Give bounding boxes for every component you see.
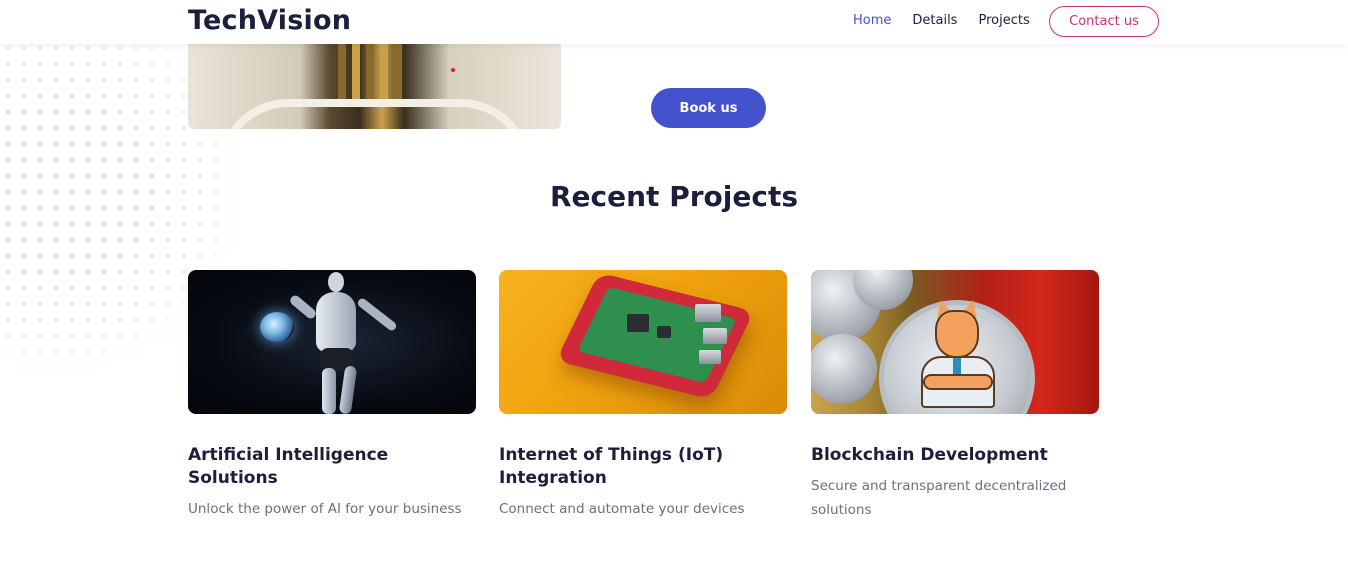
project-card-description: Unlock the power of AI for your business [188,501,462,517]
glowing-brain-icon [260,312,294,342]
dog-face [935,310,979,358]
ai-robot-image [188,270,476,414]
usb-port [703,328,727,344]
organ-pipe [380,44,388,104]
project-card-title[interactable]: Blockchain Development [811,444,1099,467]
project-card-iot[interactable]: Internet of Things (IoT) Integration Con… [499,270,787,521]
ethernet-port [699,350,721,364]
dog-arms [923,374,993,390]
main-nav: Home Details Projects [853,13,1051,28]
nav-home-link[interactable]: Home [853,13,891,28]
project-card-ai[interactable]: Artificial Intelligence Solutions Unlock… [188,270,476,521]
nav-projects-link[interactable]: Projects [978,13,1029,28]
project-card-title[interactable]: Internet of Things (IoT) Integration [499,444,787,490]
organ-pipe [366,44,374,104]
arch-decoration [218,99,531,129]
blockchain-coins-image [811,270,1099,414]
book-us-button[interactable]: Book us [651,88,766,128]
chip [657,326,671,338]
recent-projects-title: Recent Projects [549,180,798,213]
site-header: TechVision Home Details Projects Contact… [0,0,1348,44]
contact-us-button[interactable]: Contact us [1049,6,1159,37]
robot-arm [288,293,318,321]
robot-leg [322,368,336,414]
organ-pipe [338,44,346,104]
nav-details-link[interactable]: Details [912,13,957,28]
iot-board-image [499,270,787,414]
robot-arm [356,296,398,333]
project-card-description: Connect and automate your devices [499,501,745,517]
project-card-blockchain[interactable]: Blockchain Development Secure and transp… [811,270,1099,522]
project-card-title[interactable]: Artificial Intelligence Solutions [188,444,476,490]
usb-port [695,304,721,322]
organ-pipe [394,44,402,104]
robot-torso [316,292,356,352]
project-card-description: Secure and transparent decentralized sol… [811,478,1067,518]
organ-pipe [352,44,360,104]
hero-image [188,44,561,129]
robot-head [328,272,344,292]
chip [627,314,649,332]
site-logo[interactable]: TechVision [188,5,351,36]
red-dot [451,68,455,72]
robot-leg [338,365,358,414]
coin [811,334,877,404]
